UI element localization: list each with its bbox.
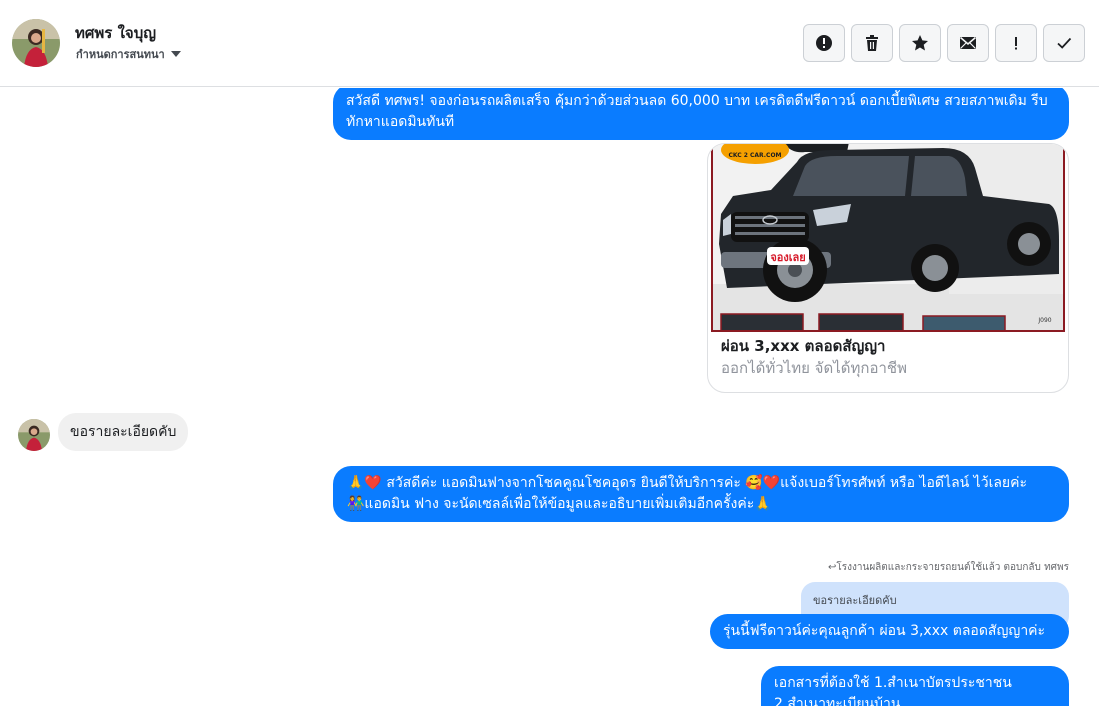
card-title: ผ่อน 3,xxx ตลอดสัญญา	[721, 337, 886, 355]
message-thread[interactable]: สวัสดี ทศพร! จองก่อนรถผลิตเสร็จ คุ้มกว่า…	[0, 88, 1099, 706]
incoming-message[interactable]: ขอรายละเอียดคับ	[58, 413, 189, 451]
delete-button[interactable]	[851, 24, 893, 62]
message-text: รุ่นนี้ฟรีดาวน์ค่ะคุณลูกค้า ผ่อน 3,xxx ต…	[723, 623, 1046, 639]
caret-down-icon	[170, 51, 181, 57]
conversation-header: ทศพร ใจบุญ กำหนดการสนทนา	[0, 0, 1099, 87]
outgoing-message-documents[interactable]: เอกสารที่ต้องใช้ 1.สำเนาบัตรประชาชน 2.สำ…	[761, 666, 1069, 706]
report-button[interactable]	[803, 24, 845, 62]
outgoing-message-promo[interactable]: สวัสดี ทศพร! จองก่อนรถผลิตเสร็จ คุ้มกว่า…	[333, 88, 1069, 140]
message-text-line-2: 2.สำเนาทะเบียนบ้าน	[774, 696, 901, 706]
sender-avatar[interactable]	[18, 419, 50, 451]
message-text-line-1: 🙏❤️ สวัสดีค่ะ แอดมินฟางจากโชคคูณโชคอุดร …	[347, 475, 1028, 491]
trash-icon	[866, 35, 878, 51]
outgoing-message-reply[interactable]: รุ่นนี้ฟรีดาวน์ค่ะคุณลูกค้า ผ่อน 3,xxx ต…	[710, 614, 1069, 649]
contact-name: ทศพร ใจบุญ	[75, 24, 156, 42]
check-icon	[1057, 37, 1072, 49]
car-image[interactable]: จองเลย CKC 2 CAR.COM J090	[711, 144, 1065, 332]
mark-unread-button[interactable]	[947, 24, 989, 62]
outgoing-message-greeting[interactable]: 🙏❤️ สวัสดีค่ะ แอดมินฟางจากโชคคูณโชคอุดร …	[333, 466, 1069, 522]
contact-avatar[interactable]	[12, 19, 60, 67]
promo-card[interactable]: จองเลย CKC 2 CAR.COM J090 ผ่อน 3,xxx ตลอ…	[707, 143, 1069, 393]
envelope-icon	[959, 36, 977, 49]
book-now-badge: จองเลย	[770, 251, 805, 264]
message-text-line-2: 👫แอดมิน ฟาง จะนัดเซลล์เพื่อให้ข้อมูลและอ…	[347, 496, 772, 512]
reply-context-note: ↩โรงงานผลิตและกระจายรถยนต์ใช้แล้ว ตอบกลั…	[827, 562, 1069, 573]
card-subtitle: ออกได้ทั่วไทย จัดได้ทุกอาชีพ	[721, 359, 907, 377]
follow-up-button[interactable]	[995, 24, 1037, 62]
header-actions	[803, 24, 1085, 62]
message-text-line-1: เอกสารที่ต้องใช้ 1.สำเนาบัตรประชาชน	[774, 675, 1012, 691]
message-text: สวัสดี ทศพร! จองก่อนรถผลิตเสร็จ คุ้มกว่า…	[346, 93, 1048, 130]
message-text: ขอรายละเอียดคับ	[70, 424, 177, 440]
car-code: J090	[1037, 317, 1051, 324]
assign-conversation-dropdown[interactable]: กำหนดการสนทนา	[76, 45, 181, 63]
quoted-text: ขอรายละเอียดคับ	[813, 594, 897, 607]
mark-done-button[interactable]	[1043, 24, 1085, 62]
exclamation-icon	[1015, 37, 1017, 50]
assign-label: กำหนดการสนทนา	[76, 48, 165, 61]
star-icon	[912, 35, 928, 51]
star-button[interactable]	[899, 24, 941, 62]
alert-circle-icon	[816, 35, 832, 51]
dealer-logo-text: CKC 2 CAR.COM	[728, 152, 781, 159]
